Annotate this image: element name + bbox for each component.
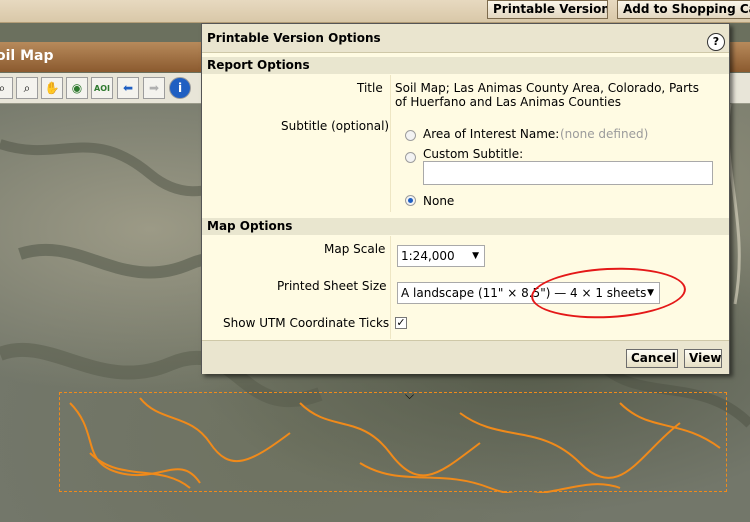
dialog-title: Printable Version Options	[207, 31, 381, 45]
dialog-title-bar: Printable Version Options ?	[202, 24, 729, 53]
aoi-icon[interactable]: AOI	[91, 77, 113, 99]
info-icon[interactable]: i	[169, 77, 191, 99]
aoi-name-radio[interactable]	[405, 130, 416, 141]
printed-sheet-size-label: Printed Sheet Size	[277, 279, 387, 293]
custom-subtitle-label: Custom Subtitle:	[423, 147, 524, 161]
pan-hand-icon[interactable]: ✋	[41, 77, 63, 99]
map-scale-value: 1:24,000	[401, 249, 455, 263]
map-options-heading: Map Options	[202, 218, 729, 235]
printable-version-options-dialog: Printable Version Options ? Report Optio…	[201, 23, 730, 374]
report-label-column	[202, 75, 389, 212]
add-to-shopping-cart-button[interactable]: Add to Shopping Ca	[617, 0, 750, 19]
zoom-out-icon[interactable]: ⌕	[16, 77, 38, 99]
area-of-interest-outline	[59, 392, 727, 493]
forward-arrow-icon[interactable]: ➡	[143, 77, 165, 99]
globe-icon[interactable]: ◉	[66, 77, 88, 99]
dropdown-arrow-icon: ▼	[472, 251, 479, 261]
printable-version-button[interactable]: Printable Version	[487, 0, 608, 19]
none-label: None	[423, 194, 455, 208]
custom-subtitle-radio[interactable]	[405, 152, 416, 163]
subtitle-label: Subtitle (optional)	[281, 119, 390, 133]
back-arrow-icon[interactable]: ⬅	[117, 77, 139, 99]
report-options-heading-text: Report Options	[207, 58, 310, 72]
collapse-handle-icon[interactable]: ⌵	[405, 388, 414, 403]
none-radio[interactable]	[405, 195, 416, 206]
utm-ticks-checkbox[interactable]: ✓	[395, 317, 407, 329]
soil-map-title: oil Map	[0, 48, 54, 64]
soil-polygons	[69, 397, 721, 493]
dialog-footer: Cancel View	[202, 340, 729, 374]
custom-subtitle-input[interactable]	[423, 161, 713, 185]
top-action-bar: Printable Version Add to Shopping Ca	[0, 0, 750, 23]
view-button[interactable]: View	[684, 349, 722, 368]
aoi-name-value: (none defined)	[560, 127, 649, 141]
map-options-heading-text: Map Options	[207, 219, 293, 233]
title-label: Title	[357, 81, 383, 95]
utm-ticks-label: Show UTM Coordinate Ticks	[223, 316, 390, 330]
aoi-name-label: Area of Interest Name:	[423, 127, 560, 141]
report-options-heading: Report Options	[202, 57, 729, 74]
zoom-in-icon[interactable]: ⌕	[0, 77, 13, 99]
title-value: Soil Map; Las Animas County Area, Colora…	[395, 81, 699, 109]
map-scale-label: Map Scale	[324, 242, 386, 256]
help-icon[interactable]: ?	[707, 33, 725, 51]
map-scale-select[interactable]: 1:24,000 ▼	[397, 245, 485, 267]
cancel-button[interactable]: Cancel	[626, 349, 678, 368]
